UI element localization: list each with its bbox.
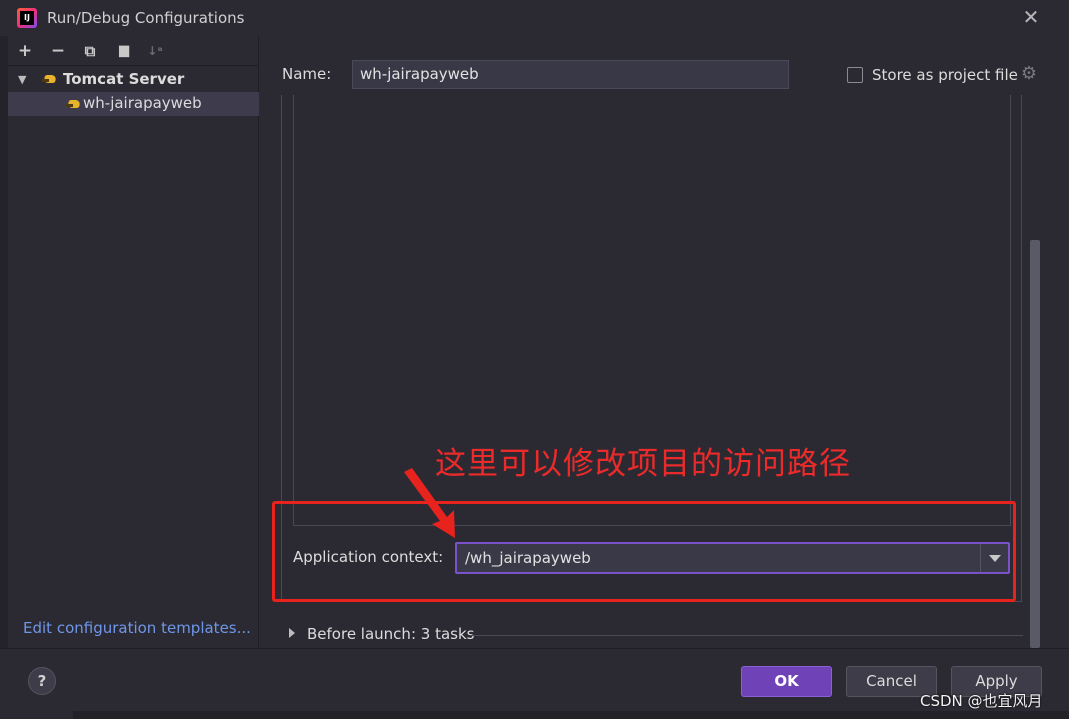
annotation-highlight-box [272, 501, 1016, 602]
intellij-icon [17, 8, 37, 28]
store-as-project-label[interactable]: Store as project file [872, 66, 1018, 84]
copy-icon[interactable]: ⧉ [80, 41, 100, 61]
remove-icon[interactable]: − [48, 41, 68, 61]
divider [470, 635, 1023, 636]
tomcat-icon [42, 73, 58, 85]
dialog-title: Run/Debug Configurations [47, 9, 245, 27]
folder-icon[interactable]: ▆ [114, 41, 134, 61]
chevron-down-icon[interactable]: ▼ [18, 73, 26, 86]
sort-icon[interactable]: ↓ᵃ [145, 41, 165, 61]
bottom-strip [73, 711, 1069, 719]
tomcat-icon [66, 98, 82, 110]
chevron-right-icon[interactable] [289, 628, 295, 638]
title-bar: Run/Debug Configurations ✕ [0, 0, 1069, 36]
before-launch-label[interactable]: Before launch: 3 tasks [307, 625, 474, 643]
sidebar-toolbar: + − ⧉ ▆ ↓ᵃ [8, 36, 259, 66]
watermark: CSDN @也宜风月 [920, 692, 1043, 710]
close-icon[interactable]: ✕ [1020, 6, 1042, 28]
tree-group-tomcat-server[interactable]: ▼ Tomcat Server [8, 67, 259, 91]
tree-item-label: wh-jairapayweb [83, 94, 202, 112]
store-as-project-checkbox[interactable] [847, 67, 863, 83]
tree-group-label: Tomcat Server [63, 70, 185, 88]
help-button[interactable]: ? [28, 667, 56, 695]
annotation-text: 这里可以修改项目的访问路径 [435, 446, 851, 482]
edit-templates-link[interactable]: Edit configuration templates... [23, 619, 251, 637]
left-edge-strip [0, 36, 8, 719]
gear-icon[interactable]: ⚙ [1019, 64, 1039, 84]
configurations-sidebar [8, 36, 259, 648]
add-icon[interactable]: + [15, 41, 35, 61]
tree-item-wh-jairapayweb[interactable]: wh-jairapayweb [8, 92, 259, 116]
scrollbar-thumb[interactable] [1030, 240, 1040, 648]
run-debug-dialog: Run/Debug Configurations ✕ + − ⧉ ▆ ↓ᵃ ▼ … [0, 0, 1069, 719]
name-label: Name: [282, 65, 332, 83]
ok-button[interactable]: OK [741, 666, 832, 697]
name-field[interactable]: wh-jairapayweb [352, 60, 789, 89]
